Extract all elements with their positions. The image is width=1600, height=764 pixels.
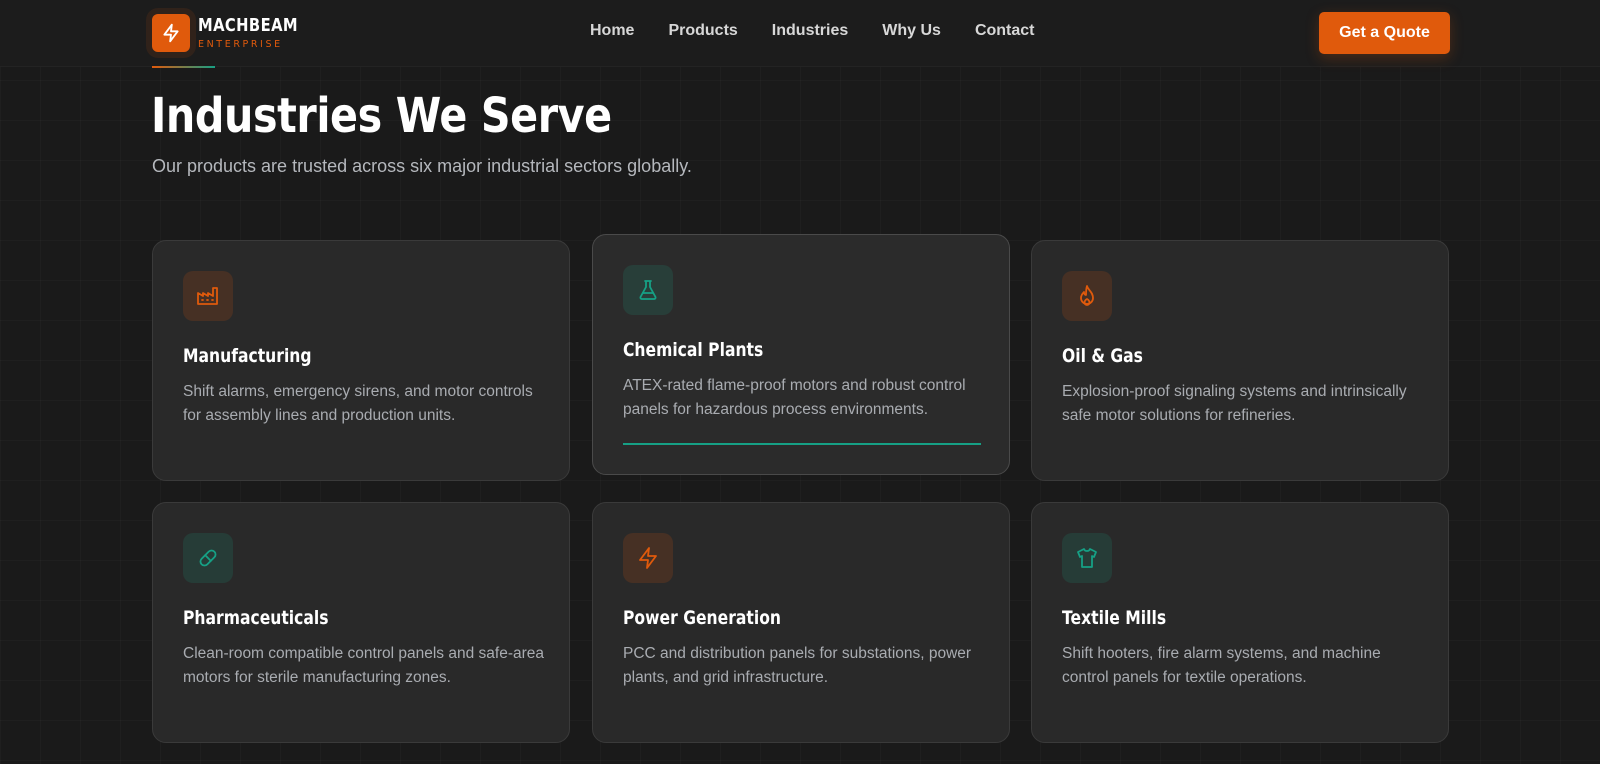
flame-icon [1062,271,1112,321]
industry-description: Shift hooters, fire alarm systems, and m… [1062,645,1381,686]
nav-link-home[interactable]: Home [590,22,634,40]
industry-title: Power Generation [623,607,781,629]
accent-divider [152,66,215,68]
industry-description: PCC and distribution panels for substati… [623,645,972,686]
industry-title: Manufacturing [183,345,312,367]
main-nav: Home Products Industries Why Us Contact [590,22,1035,40]
get-quote-button[interactable]: Get a Quote [1319,12,1450,54]
factory-icon [183,271,233,321]
industry-card-manufacturing[interactable]: Manufacturing Shift alarms, emergency si… [152,240,570,481]
brand-logo[interactable]: MACHBEAM ENTERPRISE [152,14,320,52]
flask-icon [623,265,673,315]
industry-card-power-generation[interactable]: Power Generation PCC and distribution pa… [592,502,1010,743]
nav-link-products[interactable]: Products [668,22,737,40]
nav-link-contact[interactable]: Contact [975,22,1035,40]
active-card-accent [623,443,981,445]
page-subtitle: Our products are trusted across six majo… [152,156,692,176]
industry-title: Oil & Gas [1062,345,1143,367]
nav-link-why-us[interactable]: Why Us [882,22,941,40]
industry-title: Chemical Plants [623,339,764,361]
site-header: MACHBEAM ENTERPRISE Home Products Indust… [0,0,1600,67]
page-title: Industries We Serve [151,88,612,144]
industry-card-oil-gas[interactable]: Oil & Gas Explosion-proof signaling syst… [1031,240,1449,481]
industry-card-textile-mills[interactable]: Textile Mills Shift hooters, fire alarm … [1031,502,1449,743]
brand-tagline: ENTERPRISE [198,38,283,50]
industry-title: Pharmaceuticals [183,607,329,629]
industry-title: Textile Mills [1062,607,1167,629]
industry-card-chemical-plants[interactable]: Chemical Plants ATEX-rated flame-proof m… [592,234,1010,475]
industry-card-pharmaceuticals[interactable]: Pharmaceuticals Clean-room compatible co… [152,502,570,743]
lightning-icon [152,14,190,52]
lightning-icon [623,533,673,583]
brand-name: MACHBEAM [198,14,299,36]
industry-description: Shift alarms, emergency sirens, and moto… [183,383,533,424]
industry-description: ATEX-rated flame-proof motors and robust… [623,377,966,418]
pill-icon [183,533,233,583]
industry-description: Explosion-proof signaling systems and in… [1062,383,1407,424]
industry-description: Clean-room compatible control panels and… [183,645,545,686]
shirt-icon [1062,533,1112,583]
nav-link-industries[interactable]: Industries [772,22,848,40]
